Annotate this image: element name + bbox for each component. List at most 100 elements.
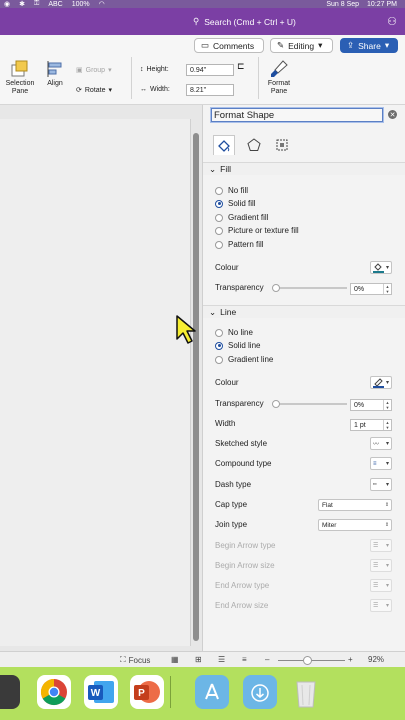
focus-button[interactable]: ⛶ Focus — [120, 655, 150, 665]
share-label: Share — [358, 40, 381, 51]
line-colour-picker[interactable]: ▾ — [370, 376, 392, 389]
radio-dot — [215, 199, 223, 208]
powerpoint-logo: P — [134, 681, 160, 703]
read-mode-icon[interactable]: ☰ — [218, 655, 225, 664]
rotate-button[interactable]: ⟳ Rotate ▾ — [76, 86, 112, 95]
outline-icon[interactable]: ≡ — [242, 655, 247, 664]
people-icon[interactable]: ⚇ — [387, 15, 397, 28]
sketched-style-dropdown[interactable]: 〰 ▾ — [370, 437, 392, 450]
radio-solid-line[interactable]: Solid line — [215, 340, 260, 351]
stepper-arrows-icon[interactable]: ▲ ▼ — [383, 400, 391, 410]
fill-colour-picker[interactable]: ▾ — [370, 261, 392, 274]
chevron-updown-icon: ⇕ — [384, 522, 390, 528]
chevron-down-icon: ▾ — [385, 380, 389, 386]
zoom-slider-knob[interactable] — [303, 656, 312, 665]
chevron-down-icon: ▾ — [385, 461, 389, 467]
line-transparency-slider[interactable] — [272, 400, 347, 408]
radio-gradient-fill[interactable]: Gradient fill — [215, 212, 268, 223]
editing-button[interactable]: ✎ Editing ▾ — [270, 38, 333, 53]
line-width-input[interactable]: 1 pt ▲ ▼ — [350, 419, 392, 431]
radio-no-fill[interactable]: No fill — [215, 185, 248, 196]
word-icon[interactable]: W — [84, 675, 118, 709]
format-pane-button[interactable]: Format Pane — [263, 59, 295, 96]
zoom-level[interactable]: 92% — [368, 655, 384, 664]
macos-dock: W P — [0, 667, 405, 720]
chevron-down-icon: ▾ — [318, 40, 323, 50]
app-icon[interactable]: ◉ — [4, 0, 10, 8]
chevron-down-icon: ▾ — [385, 265, 389, 271]
chrome-icon[interactable] — [37, 675, 71, 709]
downloads-folder-icon[interactable] — [243, 675, 277, 709]
radio-gradient-line[interactable]: Gradient line — [215, 354, 273, 365]
battery-level[interactable]: 100% — [72, 1, 90, 8]
bluetooth-icon[interactable]: ✱ — [19, 0, 25, 8]
trash-can-glyph — [296, 681, 316, 708]
cap-type-label: Cap type — [215, 499, 248, 509]
cap-type-dropdown[interactable]: Flat ⇕ — [318, 499, 392, 511]
slider-knob[interactable] — [272, 284, 280, 292]
pane-title: Format Shape — [211, 108, 383, 122]
dock-app-icon[interactable] — [0, 675, 20, 709]
comments-button[interactable]: ▭ Comments — [194, 38, 264, 53]
tab-fill-line[interactable] — [213, 135, 235, 155]
zoom-in-button[interactable]: + — [348, 655, 353, 664]
menubar-time[interactable]: 10:27 PM — [367, 1, 397, 8]
compound-type-dropdown[interactable]: ≡ ▾ — [370, 457, 392, 470]
aspect-lock-icon[interactable]: ⊏ — [237, 61, 245, 72]
search-box[interactable]: ⚲ Search (Cmd + Ctrl + U) — [193, 16, 296, 27]
chevron-down-icon: ▾ — [108, 67, 112, 74]
join-type-dropdown[interactable]: Miter ⇕ — [318, 519, 392, 531]
fill-transparency-slider[interactable] — [272, 284, 347, 292]
document-canvas[interactable] — [0, 105, 202, 651]
slider-knob[interactable] — [272, 400, 280, 408]
vertical-scrollbar[interactable] — [193, 133, 199, 641]
ribbon: ▭ Comments ✎ Editing ▾ ⇪ Share ▾ Selecti… — [0, 35, 405, 105]
close-icon[interactable]: ✕ — [388, 110, 397, 119]
status-bar: ⛶ Focus ▦ ⊞ ☰ ≡ – + 92% — [0, 651, 405, 667]
radio-no-line[interactable]: No line — [215, 327, 253, 338]
applications-folder-icon[interactable] — [195, 675, 229, 709]
begin-arrow-type-dropdown[interactable]: ☰ ▾ — [370, 539, 392, 552]
paint-bucket-icon — [218, 139, 230, 152]
trash-icon[interactable] — [289, 675, 323, 709]
tab-size-properties[interactable] — [271, 135, 293, 155]
fill-section-header[interactable]: ⌄ Fill — [203, 162, 405, 175]
share-button[interactable]: ⇪ Share ▾ — [340, 38, 398, 53]
begin-arrow-size-dropdown[interactable]: ☰ ▾ — [370, 559, 392, 572]
fill-colour-label: Colour — [215, 262, 239, 272]
stepper-arrows-icon[interactable]: ▲ ▼ — [383, 284, 391, 294]
line-transparency-input[interactable]: 0% ▲ ▼ — [350, 399, 392, 411]
dash-type-dropdown[interactable]: ┅ ▾ — [370, 478, 392, 491]
chevron-down-icon: ▾ — [385, 583, 389, 589]
selection-pane-button[interactable]: Selection Pane — [3, 59, 37, 96]
vpn-icon[interactable]: ⚿ — [34, 0, 39, 8]
tab-effects[interactable] — [243, 135, 265, 155]
powerpoint-icon[interactable]: P — [130, 675, 164, 709]
line-section-header[interactable]: ⌄ Line — [203, 305, 405, 318]
radio-dot — [215, 213, 223, 222]
begin-arrow-type-label: Begin Arrow type — [215, 540, 276, 550]
align-button[interactable]: Align — [42, 59, 68, 88]
height-input[interactable]: 0.94" — [186, 64, 234, 76]
document-page[interactable] — [0, 119, 191, 646]
stepper-arrows-icon[interactable]: ▲ ▼ — [383, 420, 391, 430]
keyboard-input-label[interactable]: ABC — [48, 1, 62, 8]
end-arrow-type-dropdown[interactable]: ☰ ▾ — [370, 579, 392, 592]
end-arrow-size-dropdown[interactable]: ☰ ▾ — [370, 599, 392, 612]
fill-transparency-input[interactable]: 0% ▲ ▼ — [350, 283, 392, 295]
wifi-icon[interactable]: ◠ — [99, 0, 105, 8]
radio-picture-fill[interactable]: Picture or texture fill — [215, 225, 299, 236]
menubar-date[interactable]: Sun 8 Sep — [326, 1, 359, 8]
end-arrow-size-label: End Arrow size — [215, 600, 269, 610]
radio-dot — [215, 226, 223, 235]
chevron-down-icon: ▾ — [385, 441, 389, 447]
zoom-out-button[interactable]: – — [265, 655, 269, 664]
dash-line-icon: ┅ — [373, 482, 377, 488]
print-layout-icon[interactable]: ▦ — [171, 655, 179, 664]
radio-pattern-fill[interactable]: Pattern fill — [215, 239, 264, 250]
web-layout-icon[interactable]: ⊞ — [195, 655, 202, 664]
group-button[interactable]: ▣ Group ▾ — [76, 66, 112, 75]
width-input[interactable]: 8.21" — [186, 84, 234, 96]
end-arrow-type-label: End Arrow type — [215, 580, 270, 590]
radio-solid-fill[interactable]: Solid fill — [215, 198, 256, 209]
